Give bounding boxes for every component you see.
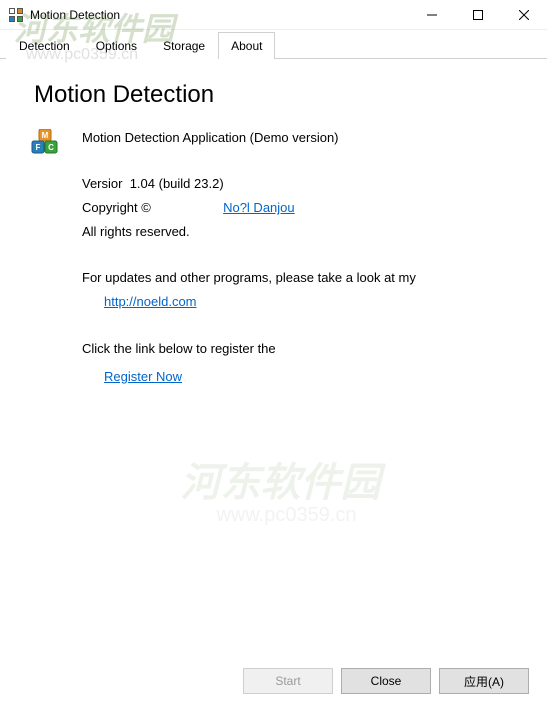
apply-button[interactable]: 应用(A) bbox=[439, 668, 529, 694]
tab-detection[interactable]: Detection bbox=[6, 32, 83, 59]
close-icon bbox=[519, 10, 529, 20]
version-value: 1.04 (build 23.2) bbox=[130, 176, 224, 191]
watermark-overlay-2: 河东软件园 www.pc0359.cn bbox=[0, 450, 547, 527]
page-title: Motion Detection bbox=[34, 81, 519, 109]
minimize-button[interactable] bbox=[409, 0, 455, 30]
close-window-button[interactable] bbox=[501, 0, 547, 30]
tab-storage[interactable]: Storage bbox=[150, 32, 218, 59]
mfc-icon: M F C bbox=[30, 129, 58, 157]
tab-about[interactable]: About bbox=[218, 32, 275, 59]
window-title: Motion Detection bbox=[30, 8, 409, 22]
svg-text:C: C bbox=[48, 143, 54, 152]
close-button[interactable]: Close bbox=[341, 668, 431, 694]
update-text: For updates and other programs, please t… bbox=[82, 267, 519, 289]
window-controls bbox=[409, 0, 547, 30]
watermark-url-2: www.pc0359.cn bbox=[26, 504, 547, 527]
register-link[interactable]: Register Now bbox=[104, 369, 182, 384]
button-bar: Start Close 应用(A) bbox=[243, 668, 529, 694]
app-name-line: Motion Detection Application (Demo versi… bbox=[82, 127, 519, 149]
tab-options[interactable]: Options bbox=[83, 32, 150, 59]
svg-text:F: F bbox=[36, 143, 41, 152]
about-app-icon: M F C bbox=[30, 129, 62, 390]
register-text: Click the link below to register the bbox=[82, 338, 519, 360]
app-icon bbox=[8, 7, 24, 23]
maximize-button[interactable] bbox=[455, 0, 501, 30]
titlebar: Motion Detection bbox=[0, 0, 547, 30]
version-label: Versior bbox=[82, 176, 122, 191]
start-button: Start bbox=[243, 668, 333, 694]
minimize-icon bbox=[427, 10, 437, 20]
rights-line: All rights reserved. bbox=[82, 221, 519, 243]
watermark-logo-2: 河东软件园 bbox=[14, 450, 547, 508]
svg-text:M: M bbox=[42, 131, 49, 140]
maximize-icon bbox=[473, 10, 483, 20]
copyright-label: Copyright © bbox=[82, 200, 151, 215]
website-link[interactable]: http://noeld.com bbox=[104, 294, 197, 309]
about-panel: Motion Detection M F C Motion Detection … bbox=[0, 59, 547, 412]
author-link[interactable]: No?l Danjou bbox=[223, 200, 295, 215]
about-text: Motion Detection Application (Demo versi… bbox=[82, 127, 519, 390]
tab-bar: Detection Options Storage About bbox=[0, 30, 547, 59]
